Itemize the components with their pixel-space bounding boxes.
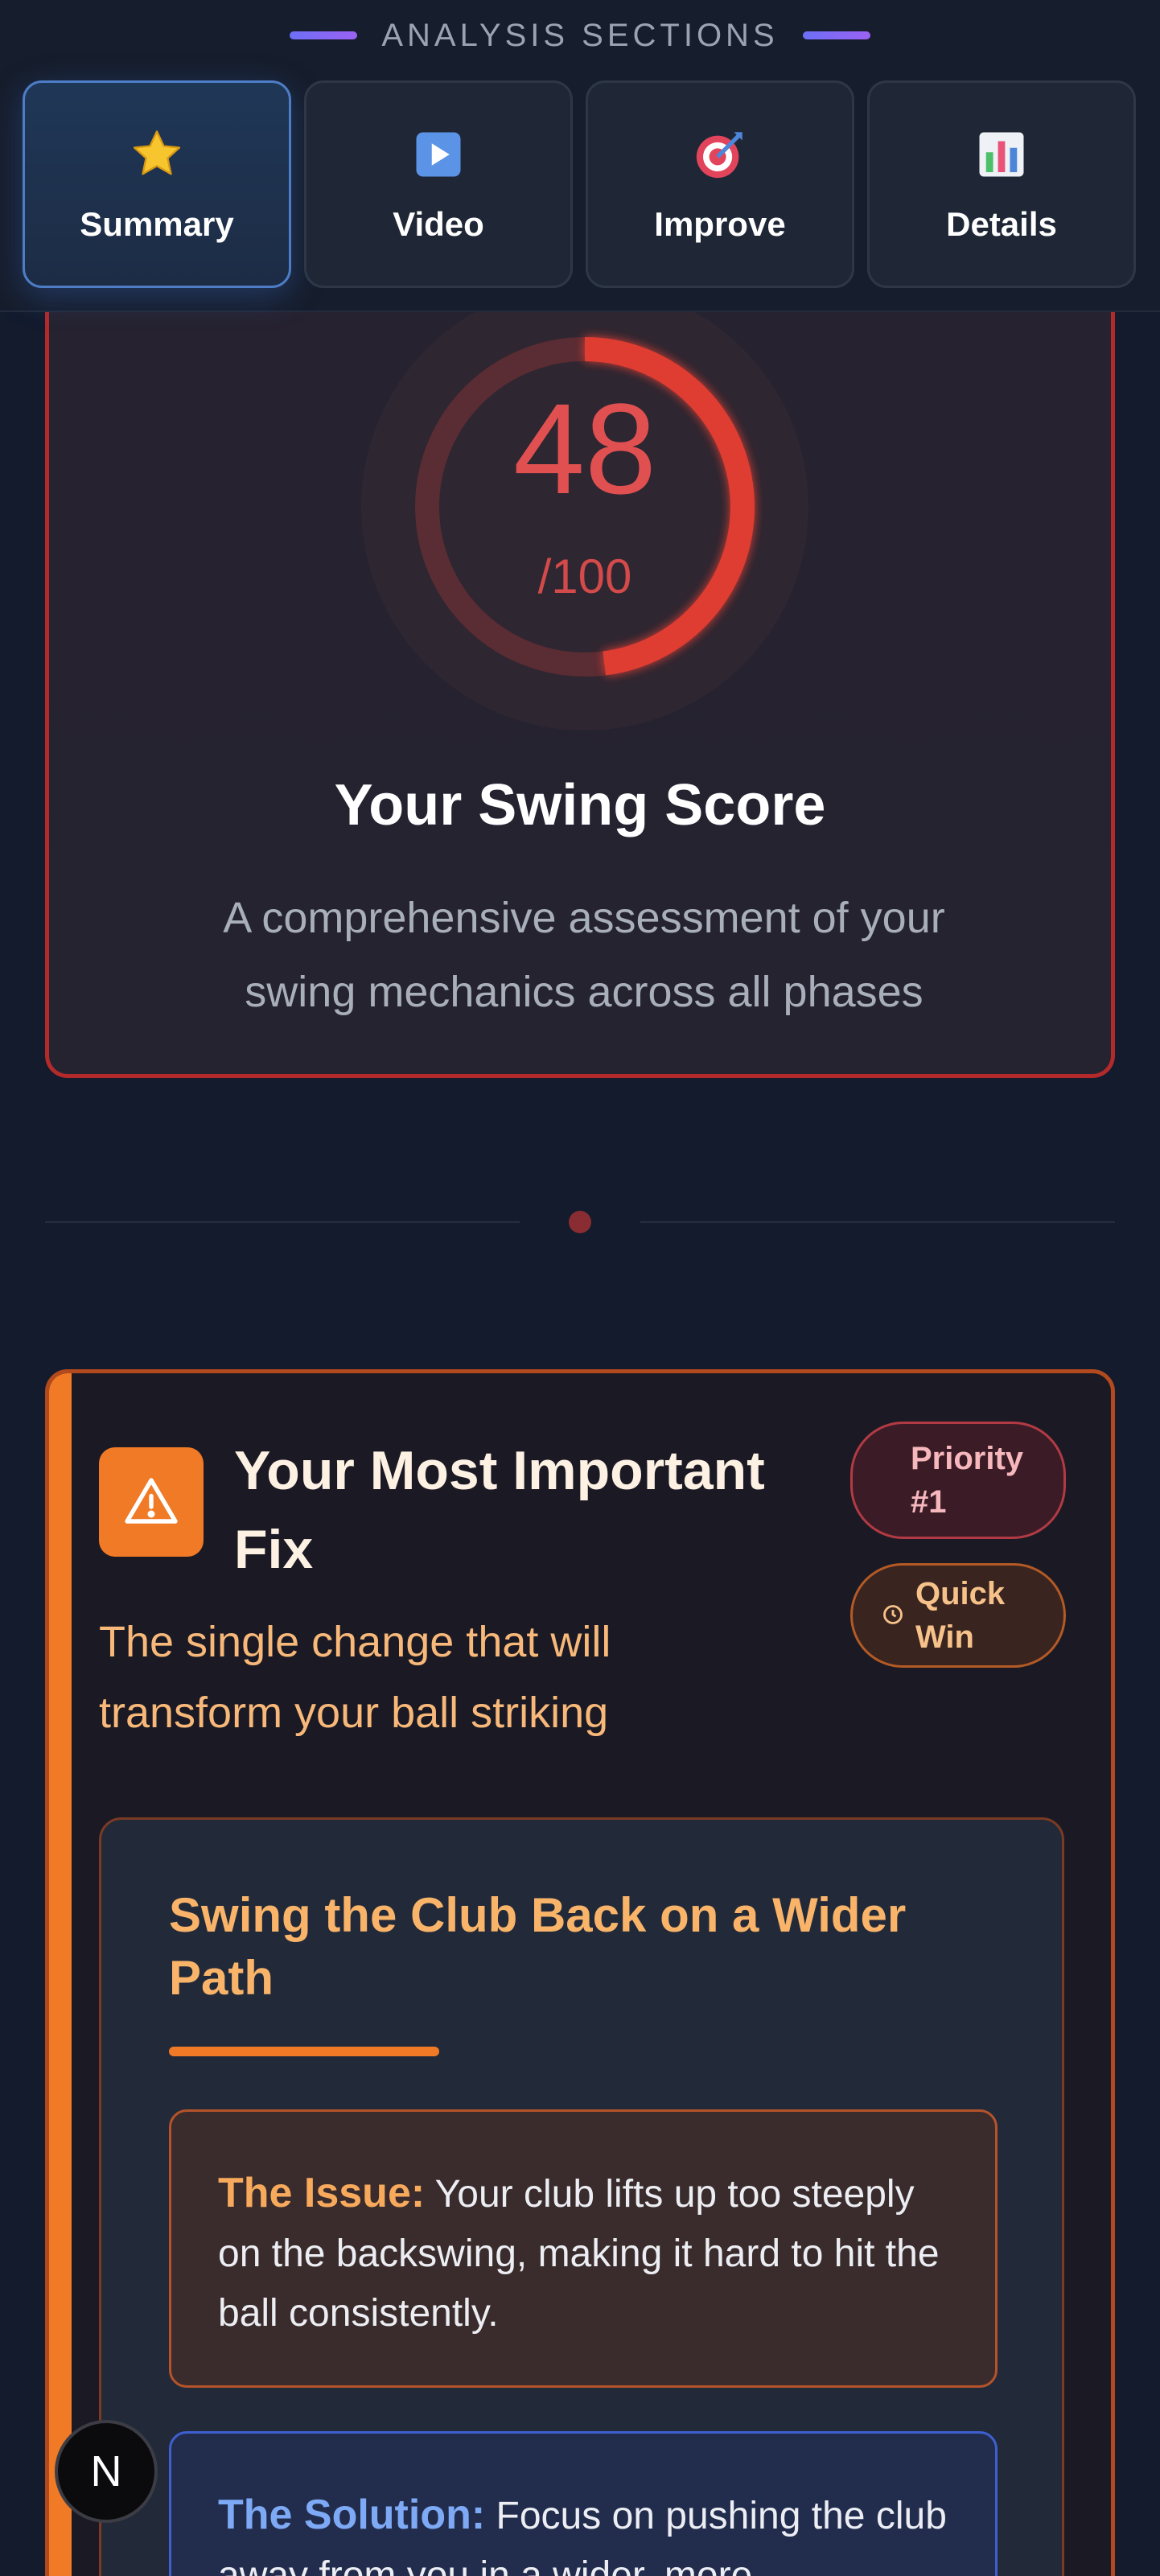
play-icon (409, 125, 468, 184)
swing-score-card: 48 /100 Your Swing Score A comprehensive… (45, 249, 1115, 1078)
tab-improve[interactable]: Improve (586, 80, 854, 288)
issue-box: The Issue: Your club lifts up too steepl… (169, 2109, 998, 2388)
score-max: /100 (537, 549, 632, 603)
divider-line-right (640, 1221, 1115, 1223)
issue-label: The Issue: (218, 2170, 426, 2216)
priority-badge: Priority #1 (850, 1422, 1066, 1539)
fix-detail-card: Swing the Club Back on a Wider Path The … (99, 1817, 1064, 2576)
section-tabs: Summary Video Improve Details (23, 80, 1136, 288)
tab-details-label: Details (946, 205, 1057, 243)
quick-win-label: Quick Win (915, 1576, 1006, 1655)
most-important-fix-card: Your Most Important Fix The single chang… (45, 1369, 1115, 2576)
bar-chart-icon (972, 125, 1031, 184)
score-value: 48 (513, 377, 656, 521)
clock-icon (882, 1594, 904, 1637)
nav-heading-text: ANALYSIS SECTIONS (381, 17, 779, 53)
fix-item-underline (169, 2047, 439, 2056)
fix-item-title: Swing the Club Back on a Wider Path (169, 1888, 907, 2005)
score-description: A comprehensive assessment of your swing… (223, 894, 945, 1016)
warning-icon (99, 1447, 204, 1557)
analysis-page: 48 /100 Your Swing Score A comprehensive… (0, 0, 1160, 2576)
fix-subtitle: The single change that will transform yo… (99, 1618, 611, 1737)
analysis-sections-nav: ANALYSIS SECTIONS Summary Video Improve … (0, 0, 1160, 312)
fix-title: Your Most Important Fix (234, 1440, 765, 1580)
tab-improve-label: Improve (654, 205, 786, 243)
score-title: Your Swing Score (334, 773, 826, 837)
quick-win-badge: Quick Win (850, 1563, 1066, 1668)
solution-label: The Solution: (218, 2492, 486, 2538)
score-ring: 48 /100 (360, 282, 810, 732)
section-divider (45, 1211, 1115, 1233)
divider-line-left (45, 1221, 520, 1223)
fix-accent-bar (49, 1373, 72, 2576)
nav-heading-line-right (802, 31, 870, 39)
tab-details[interactable]: Details (867, 80, 1136, 288)
priority-badge-label: Priority #1 (911, 1441, 1024, 1520)
tab-summary-label: Summary (80, 205, 234, 243)
divider-dot (569, 1211, 591, 1233)
star-icon (127, 125, 187, 184)
tab-summary[interactable]: Summary (23, 80, 291, 288)
tab-video-label: Video (393, 205, 484, 243)
target-icon (690, 125, 750, 184)
solution-box: The Solution: Focus on pushing the club … (169, 2431, 998, 2576)
floating-n-badge[interactable]: N (55, 2420, 158, 2523)
nav-heading-line-left (290, 31, 358, 39)
nav-heading: ANALYSIS SECTIONS (0, 14, 1160, 56)
tab-video[interactable]: Video (304, 80, 573, 288)
